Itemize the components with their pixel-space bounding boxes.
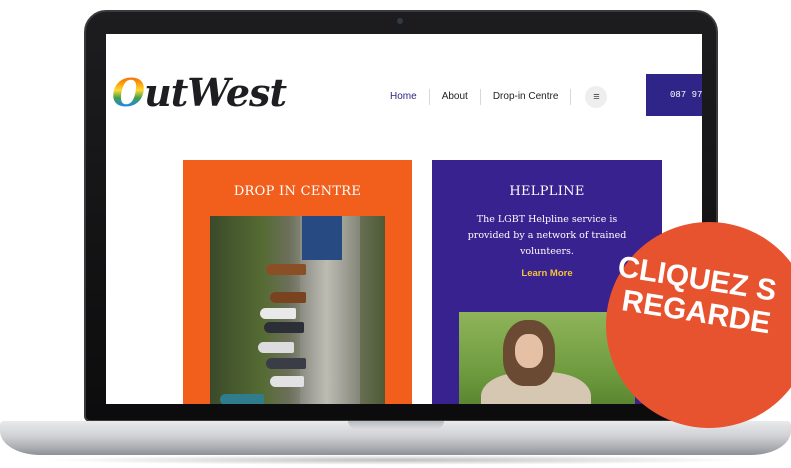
logo-rest: utWest: [144, 70, 287, 115]
nav-item-about[interactable]: About: [430, 90, 480, 104]
main-nav: Home About Drop-in Centre ≡: [378, 86, 608, 108]
phone-button[interactable]: 087 97: [646, 74, 702, 116]
photo-shoe: [270, 376, 304, 387]
photo-shoe: [258, 342, 294, 353]
laptop-opening-notch: [348, 421, 444, 429]
nav-divider: [570, 89, 572, 105]
menu-button[interactable]: ≡: [585, 86, 608, 108]
photo-shoe: [260, 308, 296, 319]
photo-face: [515, 334, 543, 368]
nav-item-drop-in-centre[interactable]: Drop-in Centre: [481, 90, 571, 104]
helpline-description: The LGBT Helpline service is provided by…: [467, 214, 627, 257]
nav-item-home[interactable]: Home: [378, 90, 429, 104]
hamburger-menu-icon: ≡: [593, 91, 600, 103]
laptop-shadow: [40, 455, 750, 465]
photo-shoe: [270, 292, 306, 303]
card-title: HELPLINE: [509, 184, 585, 199]
photo-shoe: [266, 264, 306, 275]
photo-jeans: [302, 216, 342, 260]
card-title: DROP IN CENTRE: [233, 184, 362, 199]
site-logo[interactable]: OutWest: [112, 70, 287, 115]
webcam: [397, 18, 403, 24]
photo-shoe: [220, 394, 264, 404]
feet-on-wall-photo: [210, 216, 385, 404]
drop-in-centre-card[interactable]: DROP IN CENTRE: [183, 160, 412, 404]
photo-shoe: [266, 358, 306, 369]
photo-shoe: [264, 322, 304, 333]
logo-rainbow-o: O: [112, 70, 145, 115]
